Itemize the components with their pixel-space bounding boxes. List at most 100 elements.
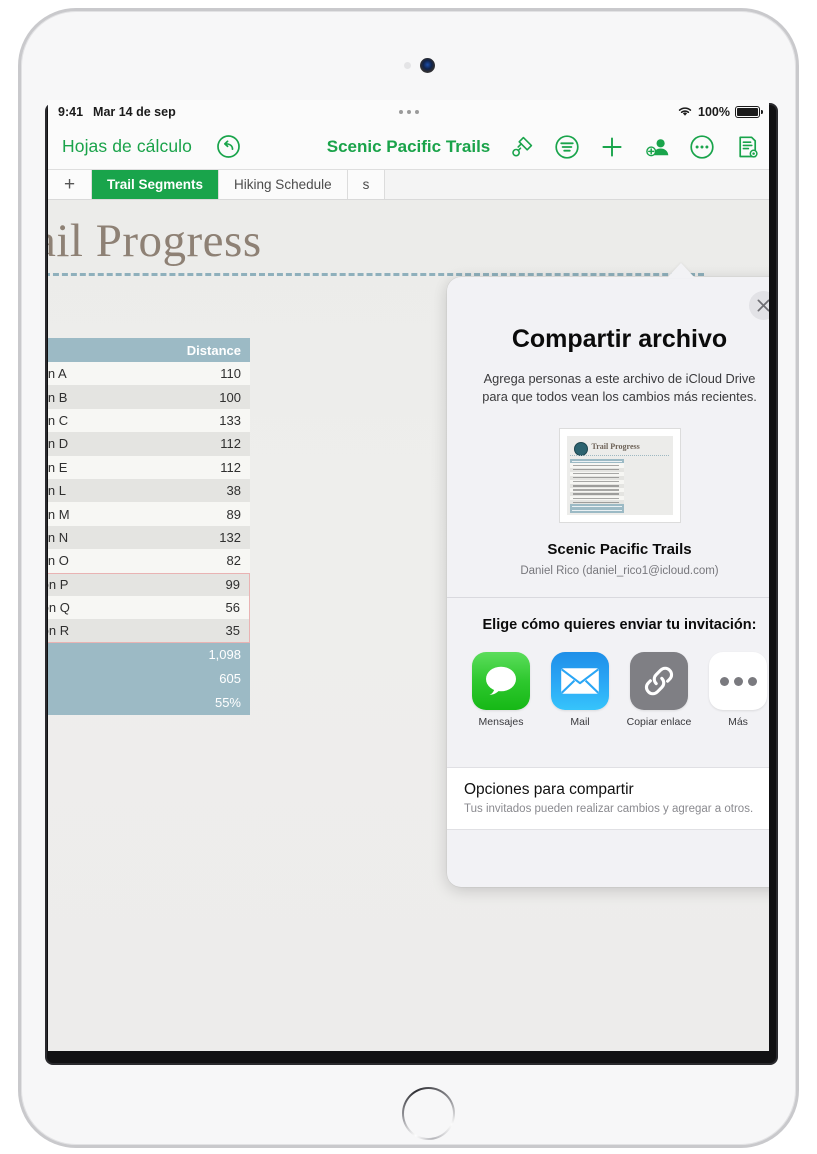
popover-arrow (667, 263, 695, 278)
multitask-handle[interactable] (398, 110, 419, 114)
table-total-row[interactable]: 1,098 (48, 642, 250, 667)
wifi-icon (677, 105, 693, 120)
cell-name: ia Section N (48, 529, 69, 545)
share-file-popover: Compartir archivo Agrega personas a este… (447, 277, 769, 887)
cell-name: ia Section Q (48, 600, 70, 616)
shared-file-name: Scenic Pacific Trails (547, 541, 692, 559)
table-total-row[interactable]: 55% (48, 690, 250, 715)
insert-icon[interactable] (553, 133, 581, 161)
handle-dot (406, 110, 411, 114)
table-row[interactable]: ia Section C 133 (48, 408, 250, 433)
cell-name: ia Section O (48, 553, 69, 569)
cell-name: ia Section B (48, 389, 68, 405)
cell-distance: 89 (226, 506, 241, 522)
thumbnail-rule (569, 455, 669, 457)
status-bar-left: 9:41 Mar 14 de sep (58, 105, 176, 119)
share-option-label: Mail (570, 716, 590, 729)
trail-segments-table[interactable]: n Distance ia Section A 110 ia Section B… (48, 338, 250, 715)
close-icon[interactable] (749, 291, 769, 320)
sheet-tab-trail-segments[interactable]: Trail Segments (92, 170, 220, 199)
ambient-sensor (404, 62, 411, 69)
battery-full-icon (735, 106, 763, 118)
cell-distance: 82 (226, 553, 241, 569)
shared-file-owner: Daniel Rico (daniel_rico1@icloud.com) (520, 565, 719, 578)
cell-name: ia Section L (48, 483, 66, 499)
table-row[interactable]: ia Section E 112 (48, 455, 250, 479)
table-row[interactable]: ia Section D 112 (48, 432, 250, 456)
trail-logo-icon (573, 442, 588, 457)
undo-icon[interactable] (214, 133, 242, 161)
mail-icon (551, 652, 609, 711)
battery-percent: 100% (698, 105, 730, 119)
table-row[interactable]: ia Section B 100 (48, 385, 250, 409)
table-row-selected[interactable]: ia Section P 99 (48, 572, 250, 596)
share-option-label: Mensajes (478, 716, 524, 729)
add-sheet-button[interactable]: + (48, 170, 92, 199)
back-to-spreadsheets-button[interactable]: Hojas de cálculo (62, 136, 192, 157)
column-header-name: n (48, 343, 164, 358)
share-option-more[interactable]: Más (709, 652, 767, 728)
table-row[interactable]: ia Section A 110 (48, 362, 250, 386)
messages-icon (472, 652, 530, 711)
table-row-selected[interactable]: ia Section R 35 (48, 619, 250, 643)
cell-distance: 38 (226, 483, 241, 499)
share-option-label: Copiar enlace (626, 716, 692, 729)
cell-distance: 133 (219, 412, 241, 428)
format-brush-icon[interactable] (508, 133, 536, 161)
cell-distance: 110 (220, 366, 241, 382)
sheet-tab-third[interactable]: s (347, 170, 386, 199)
share-option-copy-link[interactable]: Copiar enlace (627, 652, 691, 728)
cell-distance: 100 (219, 389, 241, 405)
status-bar: 9:41 Mar 14 de sep 100% (48, 100, 769, 124)
document-title[interactable]: Scenic Pacific Trails (327, 137, 490, 157)
more-ellipsis-icon (709, 652, 767, 711)
sheet-tab-hiking-schedule[interactable]: Hiking Schedule (219, 170, 348, 199)
cell-distance: 112 (220, 436, 241, 452)
home-button[interactable] (402, 1087, 455, 1140)
cell-distance: 99 (225, 577, 240, 593)
total-value: 1,098 (208, 647, 241, 663)
table-total-row[interactable]: 605 (48, 666, 250, 691)
cell-name: ia Section E (48, 459, 68, 475)
status-date: Mar 14 de sep (93, 105, 176, 119)
plus-icon[interactable] (598, 133, 626, 161)
table-row[interactable]: ia Section M 89 (48, 502, 250, 526)
share-option-messages[interactable]: Mensajes (472, 652, 530, 728)
front-camera (420, 58, 435, 73)
more-ellipsis-icon[interactable] (688, 133, 716, 161)
share-options-title: Opciones para compartir (464, 781, 634, 798)
add-person-icon[interactable] (643, 133, 671, 161)
cell-distance: 56 (225, 600, 240, 616)
share-option-label: Más (728, 716, 748, 729)
share-app-list: Mensajes Mail Copiar enlace Más (447, 652, 769, 728)
total-value: 55% (214, 695, 241, 711)
popover-title: Compartir archivo (511, 325, 728, 353)
sheet-heading: ail Progress (48, 215, 262, 267)
cell-distance: 132 (219, 529, 241, 545)
choose-invite-method-label: Elige cómo quieres enviar tu invitación: (482, 617, 757, 634)
cell-name: ia Section D (48, 436, 69, 452)
document-setup-icon[interactable] (733, 133, 761, 161)
status-bar-right: 100% (677, 105, 763, 120)
cell-distance: 112 (220, 459, 241, 475)
popover-subtitle: Agrega personas a este archivo de iCloud… (482, 371, 757, 405)
cell-name: ia Section M (48, 506, 70, 522)
link-icon (630, 652, 688, 711)
ipad-screen: 9:41 Mar 14 de sep 100% Hojas de cálculo (48, 100, 769, 1051)
app-toolbar: Hojas de cálculo Scenic Pacific Trails (48, 124, 769, 170)
share-option-mail[interactable]: Mail (551, 652, 609, 728)
cell-name: ia Section A (48, 366, 67, 382)
thumbnail-doc-title: Trail Progress (591, 442, 640, 452)
cell-name: ia Section C (48, 412, 69, 428)
toolbar-icons (508, 133, 761, 161)
table-row[interactable]: ia Section L 38 (48, 478, 250, 503)
table-row[interactable]: ia Section O 82 (48, 549, 250, 573)
popover-divider (447, 597, 769, 599)
decorative-dashed-rule (48, 273, 704, 276)
share-options-row[interactable]: Opciones para compartir Tus invitados pu… (447, 767, 769, 830)
table-row[interactable]: ia Section N 132 (48, 525, 250, 550)
document-thumbnail: Trail Progress (558, 428, 681, 524)
table-row-selected[interactable]: ia Section Q 56 (48, 595, 250, 620)
cell-name: ia Section P (48, 577, 69, 593)
total-value: 605 (219, 671, 241, 687)
